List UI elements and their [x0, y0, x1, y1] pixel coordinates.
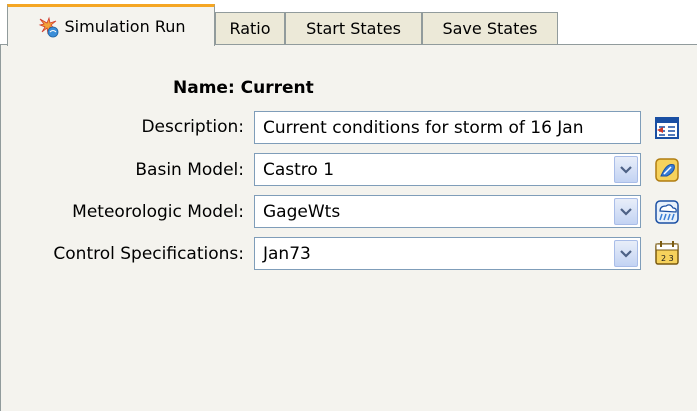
control-specifications-select[interactable]: Jan73 [254, 237, 641, 270]
tab-start-states[interactable]: Start States [285, 12, 422, 44]
svg-text:2 3: 2 3 [661, 254, 674, 263]
meteorologic-model-select[interactable]: GageWts [254, 195, 641, 228]
description-field[interactable]: Current conditions for storm of 16 Jan [254, 111, 641, 144]
control-specifications-button[interactable]: 2 3 [652, 238, 682, 268]
calendar-icon: 2 3 [655, 241, 679, 265]
meteorologic-model-value: GageWts [263, 201, 341, 222]
tab-ratio[interactable]: Ratio [215, 12, 285, 44]
tab-strip: Simulation Run Ratio Start States Save S… [0, 0, 697, 46]
meteorologic-model-button[interactable] [652, 197, 682, 227]
tab-label: Simulation Run [64, 17, 186, 36]
simulation-run-panel: Name: Current Description: Current condi… [0, 44, 697, 411]
basin-model-label: Basin Model: [135, 160, 244, 180]
description-label: Description: [141, 117, 244, 137]
edit-description-icon [655, 117, 679, 139]
chevron-down-icon[interactable] [614, 198, 638, 225]
description-value: Current conditions for storm of 16 Jan [263, 117, 584, 138]
basin-model-icon [655, 158, 679, 182]
simulation-run-icon [37, 16, 59, 38]
tab-label: Ratio [229, 19, 271, 38]
basin-model-select[interactable]: Castro 1 [254, 153, 641, 186]
description-edit-button[interactable] [652, 113, 682, 143]
chevron-down-icon[interactable] [614, 156, 638, 183]
basin-model-button[interactable] [652, 155, 682, 185]
meteorologic-model-icon [655, 200, 679, 224]
tab-label: Save States [442, 19, 538, 38]
tab-label: Start States [306, 19, 401, 38]
tab-save-states[interactable]: Save States [422, 12, 558, 44]
chevron-down-icon[interactable] [614, 240, 638, 267]
tab-simulation-run[interactable]: Simulation Run [7, 4, 215, 46]
basin-model-value: Castro 1 [263, 159, 335, 180]
meteorologic-model-label: Meteorologic Model: [72, 202, 244, 222]
control-specifications-value: Jan73 [263, 243, 311, 264]
control-specifications-label: Control Specifications: [53, 244, 244, 264]
name-label: Name: Current [173, 78, 314, 98]
